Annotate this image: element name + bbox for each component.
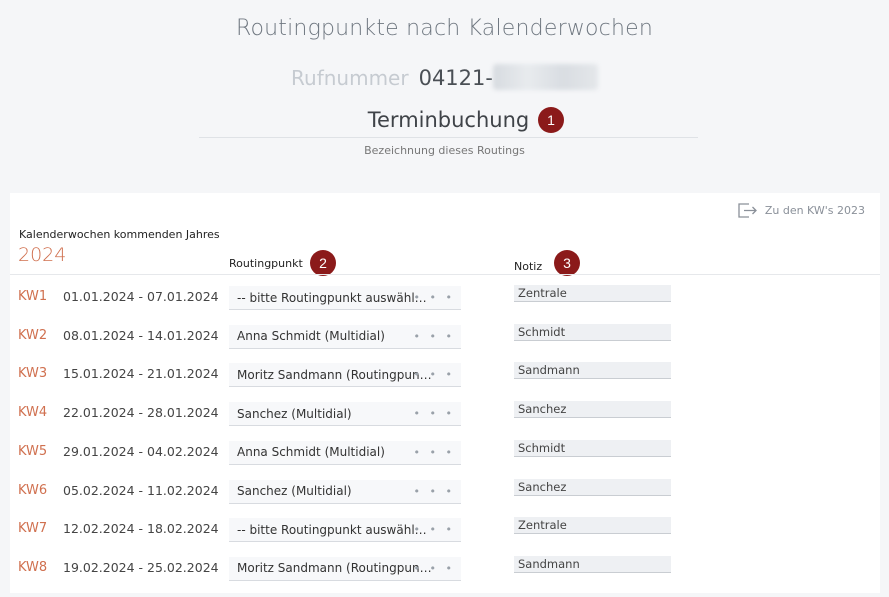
year-heading: 2024 <box>18 244 67 266</box>
exit-arrow-icon <box>738 203 757 218</box>
note-input[interactable] <box>514 478 671 496</box>
week-number: KW6 <box>18 482 48 498</box>
week-number: KW4 <box>18 405 48 421</box>
back-link-label: Zu den KW's 2023 <box>764 204 865 217</box>
routing-point-select[interactable]: Anna Schmidt (Multidial) • • • <box>229 440 461 465</box>
more-options-icon[interactable]: • • • <box>414 562 455 575</box>
week-date-range: 19.02.2024 - 25.02.2024 <box>63 559 219 575</box>
column-header-note: Notiz <box>514 260 543 273</box>
note-input[interactable] <box>514 323 671 341</box>
note-input[interactable] <box>514 362 671 380</box>
more-options-icon[interactable]: • • • <box>414 523 455 536</box>
routing-point-value: Moritz Sandmann (Routingpunkt Einzelruf) <box>237 367 432 382</box>
routing-name-input[interactable] <box>199 106 698 138</box>
routing-point-select[interactable]: Moritz Sandmann (Routingpunkt Einzelruf)… <box>229 363 461 388</box>
week-row: KW1 01.01.2024 - 07.01.2024 -- bitte Routi… <box>10 285 880 326</box>
routing-point-value: -- bitte Routingpunkt auswählen -- <box>237 290 432 305</box>
more-options-icon[interactable]: • • • <box>414 330 455 343</box>
note-input[interactable] <box>514 517 671 535</box>
week-row: KW8 19.02.2024 - 25.02.2024 Moritz Sandman… <box>10 555 880 597</box>
callout-badge-2: 2 <box>310 250 336 276</box>
more-options-icon[interactable]: • • • <box>414 291 455 304</box>
week-date-range: 22.01.2024 - 28.01.2024 <box>63 405 219 421</box>
routing-point-value: Moritz Sandmann (Routingpunkt Einzelruf) <box>237 561 432 576</box>
routing-point-select[interactable]: Sanchez (Multidial) • • • <box>229 402 461 427</box>
phone-number-row: Rufnummer 04121- <box>0 64 889 90</box>
week-row: KW7 12.02.2024 - 18.02.2024 -- bitte Routi… <box>10 517 880 558</box>
column-header-routing: Routingpunkt <box>229 257 303 270</box>
routing-point-value: -- bitte Routingpunkt auswählen -- <box>237 522 432 537</box>
phone-label: Rufnummer <box>291 66 409 90</box>
week-row: KW6 05.02.2024 - 11.02.2024 Sanchez (Multi… <box>10 478 880 520</box>
week-row: KW3 15.01.2024 - 21.01.2024 Moritz Sandman… <box>10 362 880 403</box>
calendar-week-panel: Zu den KW's 2023 Kalenderwochen kommende… <box>10 193 880 593</box>
back-to-previous-year-link[interactable]: Zu den KW's 2023 <box>738 203 865 218</box>
routing-point-value: Anna Schmidt (Multidial) <box>237 445 385 460</box>
note-input[interactable] <box>514 439 671 457</box>
note-input[interactable] <box>514 555 671 573</box>
week-row: KW5 29.01.2024 - 04.02.2024 Anna Schmidt (… <box>10 439 880 481</box>
week-number: KW5 <box>18 443 48 459</box>
week-date-range: 01.01.2024 - 07.01.2024 <box>63 289 219 304</box>
phone-number: 04121- <box>418 66 493 90</box>
week-row: KW4 22.01.2024 - 28.01.2024 Sanchez (Multi… <box>10 401 880 442</box>
phone-number-redacted <box>492 64 598 90</box>
page-title: Routingpunkte nach Kalenderwochen <box>235 16 654 41</box>
routing-point-select[interactable]: -- bitte Routingpunkt auswählen -- • • • <box>229 286 461 310</box>
routing-point-select[interactable]: Anna Schmidt (Multidial) • • • <box>229 324 461 349</box>
routing-point-value: Sanchez (Multidial) <box>237 406 352 421</box>
routing-point-select[interactable]: -- bitte Routingpunkt auswählen -- • • • <box>229 518 461 543</box>
week-date-range: 05.02.2024 - 11.02.2024 <box>63 482 219 498</box>
note-input[interactable] <box>514 285 671 302</box>
header-divider <box>10 274 880 275</box>
year-caption: Kalenderwochen kommenden Jahres <box>19 228 220 241</box>
week-number: KW1 <box>18 289 48 304</box>
more-options-icon[interactable]: • • • <box>414 407 455 420</box>
routing-point-select[interactable]: Sanchez (Multidial) • • • <box>229 479 461 504</box>
more-options-icon[interactable]: • • • <box>414 368 455 381</box>
week-number: KW2 <box>18 327 48 343</box>
week-number: KW8 <box>18 559 48 575</box>
routing-name-caption: Bezeichnung dieses Routings <box>364 144 525 157</box>
week-date-range: 12.02.2024 - 18.02.2024 <box>63 521 219 537</box>
callout-badge-3: 3 <box>554 250 580 276</box>
note-input[interactable] <box>514 401 671 419</box>
week-number: KW7 <box>18 521 48 537</box>
more-options-icon[interactable]: • • • <box>414 485 455 498</box>
callout-badge-1: 1 <box>538 107 564 133</box>
week-number: KW3 <box>18 366 48 382</box>
week-date-range: 08.01.2024 - 14.01.2024 <box>63 327 219 343</box>
routing-point-value: Anna Schmidt (Multidial) <box>237 329 385 344</box>
routing-point-value: Sanchez (Multidial) <box>237 484 352 498</box>
more-options-icon[interactable]: • • • <box>414 446 455 459</box>
week-row: KW2 08.01.2024 - 14.01.2024 Anna Schmidt (… <box>10 323 880 365</box>
routing-point-select[interactable]: Moritz Sandmann (Routingpunkt Einzelruf)… <box>229 556 461 581</box>
week-date-range: 15.01.2024 - 21.01.2024 <box>63 366 219 382</box>
week-date-range: 29.01.2024 - 04.02.2024 <box>63 443 219 459</box>
